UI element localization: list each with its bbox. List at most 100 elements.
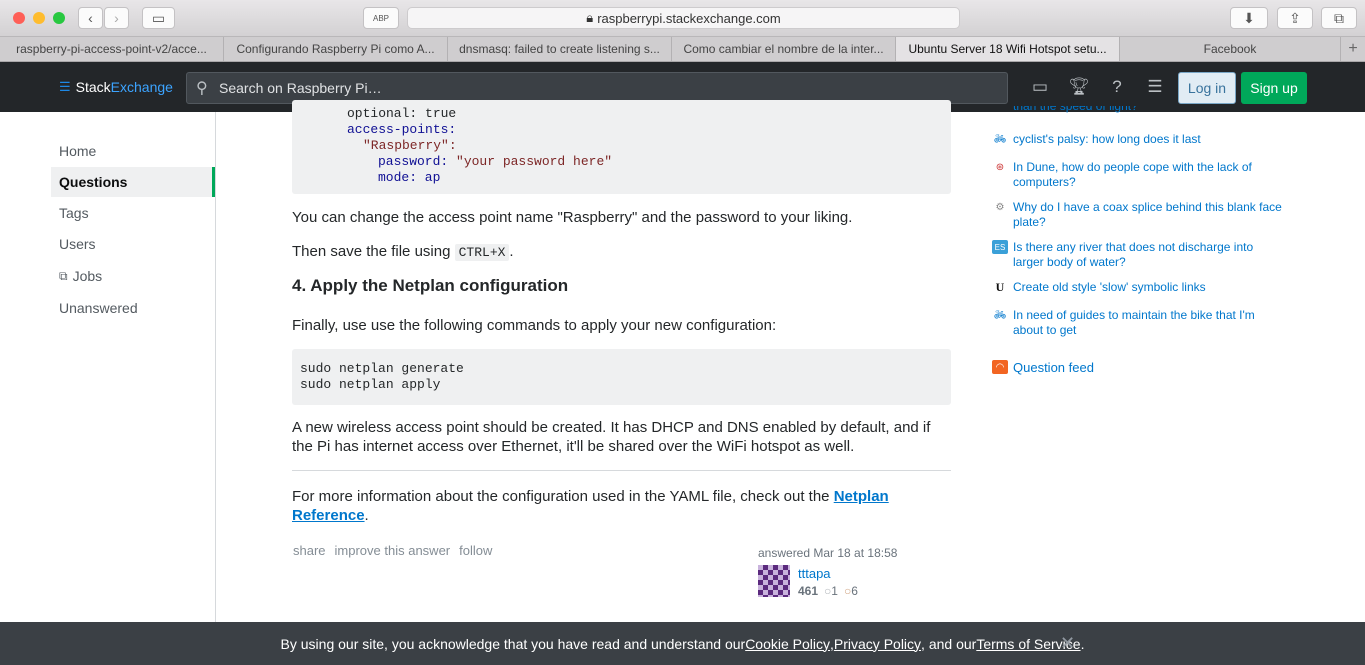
text: .: [509, 243, 514, 260]
reputation: 461: [798, 584, 819, 598]
paragraph: Finally, use use the following commands …: [292, 317, 777, 334]
hot-question[interactable]: 🚲︎ In need of guides to maintain the bike…: [992, 308, 1292, 338]
avatar[interactable]: [758, 565, 790, 597]
nav-jobs-label: Jobs: [72, 268, 103, 284]
new-tab-icon[interactable]: +: [1341, 37, 1365, 61]
hot-question[interactable]: ⚙ Why do I have a coax splice behind this…: [992, 200, 1292, 230]
hot-question-text: Is there any river that does not dischar…: [1013, 240, 1254, 269]
section-heading: 4. Apply the Netplan configuration: [292, 276, 569, 295]
nav-home[interactable]: Home: [51, 136, 215, 166]
adblock-icon[interactable]: ABP: [363, 7, 399, 29]
question-feed-link[interactable]: ◠ Question feed: [992, 360, 1292, 375]
text: Then save the file using: [292, 243, 455, 260]
bicycles-site-icon: 🚲︎: [993, 310, 1007, 321]
hot-question[interactable]: U Create old style 'slow' symbolic links: [992, 280, 1292, 295]
share-icon[interactable]: ⇪: [1277, 7, 1313, 29]
paragraph: Then save the file using CTRL+X.: [292, 242, 951, 262]
lock-icon: 🔒︎: [586, 10, 594, 25]
tab[interactable]: dnsmasq: failed to create listening s...: [448, 37, 672, 61]
close-icon[interactable]: ✕: [1060, 633, 1075, 654]
share-link[interactable]: share: [293, 543, 326, 558]
site-switcher-icon[interactable]: ☰: [1144, 77, 1166, 97]
tabs-overview-icon[interactable]: ⧉: [1321, 7, 1357, 29]
code-line: mode: ap: [378, 170, 441, 185]
hot-question-cut[interactable]: than the speed of light?: [992, 106, 1292, 114]
hot-question-text: Create old style 'slow' symbolic links: [1013, 280, 1206, 294]
cookie-text: By using our site, you acknowledge that …: [280, 635, 746, 652]
code-line: "Raspberry":: [363, 138, 457, 153]
downloads-icon[interactable]: ⬇: [1230, 7, 1268, 29]
hot-question-text: cyclist's palsy: how long does it last: [1013, 132, 1201, 146]
zoom-window-button[interactable]: [53, 12, 65, 24]
login-button[interactable]: Log in: [1178, 72, 1236, 104]
stackexchange-logo[interactable]: ☰ StackExchange: [59, 79, 173, 95]
hot-question-text: than the speed of light?: [1013, 106, 1138, 113]
hot-question-text: Why do I have a coax splice behind this …: [1013, 200, 1282, 229]
search-placeholder: Search on Raspberry Pi…: [219, 80, 382, 96]
tab[interactable]: Configurando Raspberry Pi como A...: [224, 37, 448, 61]
paragraph: A new wireless access point should be cr…: [292, 419, 931, 455]
post-menu: share improve this answer follow: [293, 543, 492, 558]
follow-link[interactable]: follow: [459, 543, 492, 558]
cookie-banner: By using our site, you acknowledge that …: [0, 622, 1365, 665]
text: For more information about the configura…: [292, 488, 834, 505]
improve-link[interactable]: improve this answer: [335, 543, 451, 558]
achievements-icon[interactable]: 🏆︎: [1068, 77, 1090, 97]
question-feed-text: Question feed: [1013, 360, 1094, 375]
privacy-policy-link[interactable]: Privacy Policy: [834, 636, 921, 652]
code-string: "your password here": [456, 154, 613, 169]
user-name-link[interactable]: tttapa: [798, 566, 831, 581]
silver-count: 1: [831, 584, 838, 598]
hot-question[interactable]: ES Is there any river that does not disch…: [992, 240, 1292, 270]
hot-question[interactable]: ⊛ In Dune, how do people cope with the la…: [992, 160, 1292, 190]
hot-question-text: In Dune, how do people cope with the lac…: [1013, 160, 1252, 189]
inbox-icon[interactable]: ▭: [1029, 77, 1051, 97]
hot-question-text: In need of guides to maintain the bike t…: [1013, 308, 1255, 337]
earthscience-site-icon: ES: [992, 240, 1008, 254]
paragraph: For more information about the configura…: [292, 487, 951, 525]
paragraph: You can change the access point name "Ra…: [292, 209, 853, 226]
tab[interactable]: Facebook: [1120, 37, 1341, 61]
unix-site-icon: U: [995, 280, 1005, 294]
bronze-count: 6: [851, 584, 858, 598]
logo-text-a: Stack: [75, 79, 111, 95]
code-line: access-points:: [347, 122, 457, 137]
text: .: [1080, 635, 1085, 652]
code-key: password:: [378, 154, 457, 169]
tab-active[interactable]: Ubuntu Server 18 Wifi Hotspot setu...: [896, 37, 1120, 61]
nav-jobs[interactable]: ⧉ Jobs: [51, 261, 215, 291]
minimize-window-button[interactable]: [33, 12, 45, 24]
help-icon[interactable]: ?: [1106, 77, 1128, 97]
answered-time: answered Mar 18 at 18:58: [758, 546, 898, 560]
sidebar-toggle-icon[interactable]: ▭: [142, 7, 175, 29]
hot-question[interactable]: 🚲︎ cyclist's palsy: how long does it last: [992, 132, 1292, 147]
bicycles-site-icon: 🚲︎: [993, 134, 1007, 145]
code-line: optional: true: [347, 106, 457, 121]
text: .: [364, 507, 369, 524]
code-block-commands: sudo netplan generate sudo netplan apply: [292, 349, 951, 405]
cookie-policy-link[interactable]: Cookie Policy: [745, 636, 830, 652]
nav-users[interactable]: Users: [51, 229, 215, 259]
scifi-site-icon: ⊛: [995, 162, 1005, 173]
code-block-yaml: optional: true access-points: "Raspberry…: [292, 100, 951, 194]
nav-questions[interactable]: Questions: [51, 167, 215, 197]
divider: [292, 470, 951, 471]
url-text: raspberrypi.stackexchange.com: [597, 10, 781, 26]
close-window-button[interactable]: [13, 12, 25, 24]
tab[interactable]: Como cambiar el nombre de la inter...: [672, 37, 896, 61]
rss-icon: ◠: [992, 360, 1008, 374]
forward-icon[interactable]: ›: [104, 7, 129, 29]
user-stats: 461 ○1 ○6: [798, 584, 858, 598]
code-text: sudo netplan generate sudo netplan apply: [300, 361, 464, 392]
left-sidebar: Home Questions Tags Users ⧉ Jobs Unanswer…: [0, 112, 216, 622]
nav-unanswered[interactable]: Unanswered: [51, 293, 215, 323]
browser-toolbar: ‹ › ▭ ABP 🔒︎ raspberrypi.stackexchange.co…: [0, 0, 1365, 37]
search-icon: ⚲: [196, 80, 208, 97]
logo-text-b: Exchange: [110, 79, 173, 95]
address-bar[interactable]: 🔒︎ raspberrypi.stackexchange.com: [407, 7, 960, 29]
tab[interactable]: raspberry-pi-access-point-v2/acce...: [0, 37, 224, 61]
signup-button[interactable]: Sign up: [1241, 72, 1307, 104]
diy-site-icon: ⚙: [995, 202, 1005, 213]
back-icon[interactable]: ‹: [78, 7, 103, 29]
nav-tags[interactable]: Tags: [51, 198, 215, 228]
